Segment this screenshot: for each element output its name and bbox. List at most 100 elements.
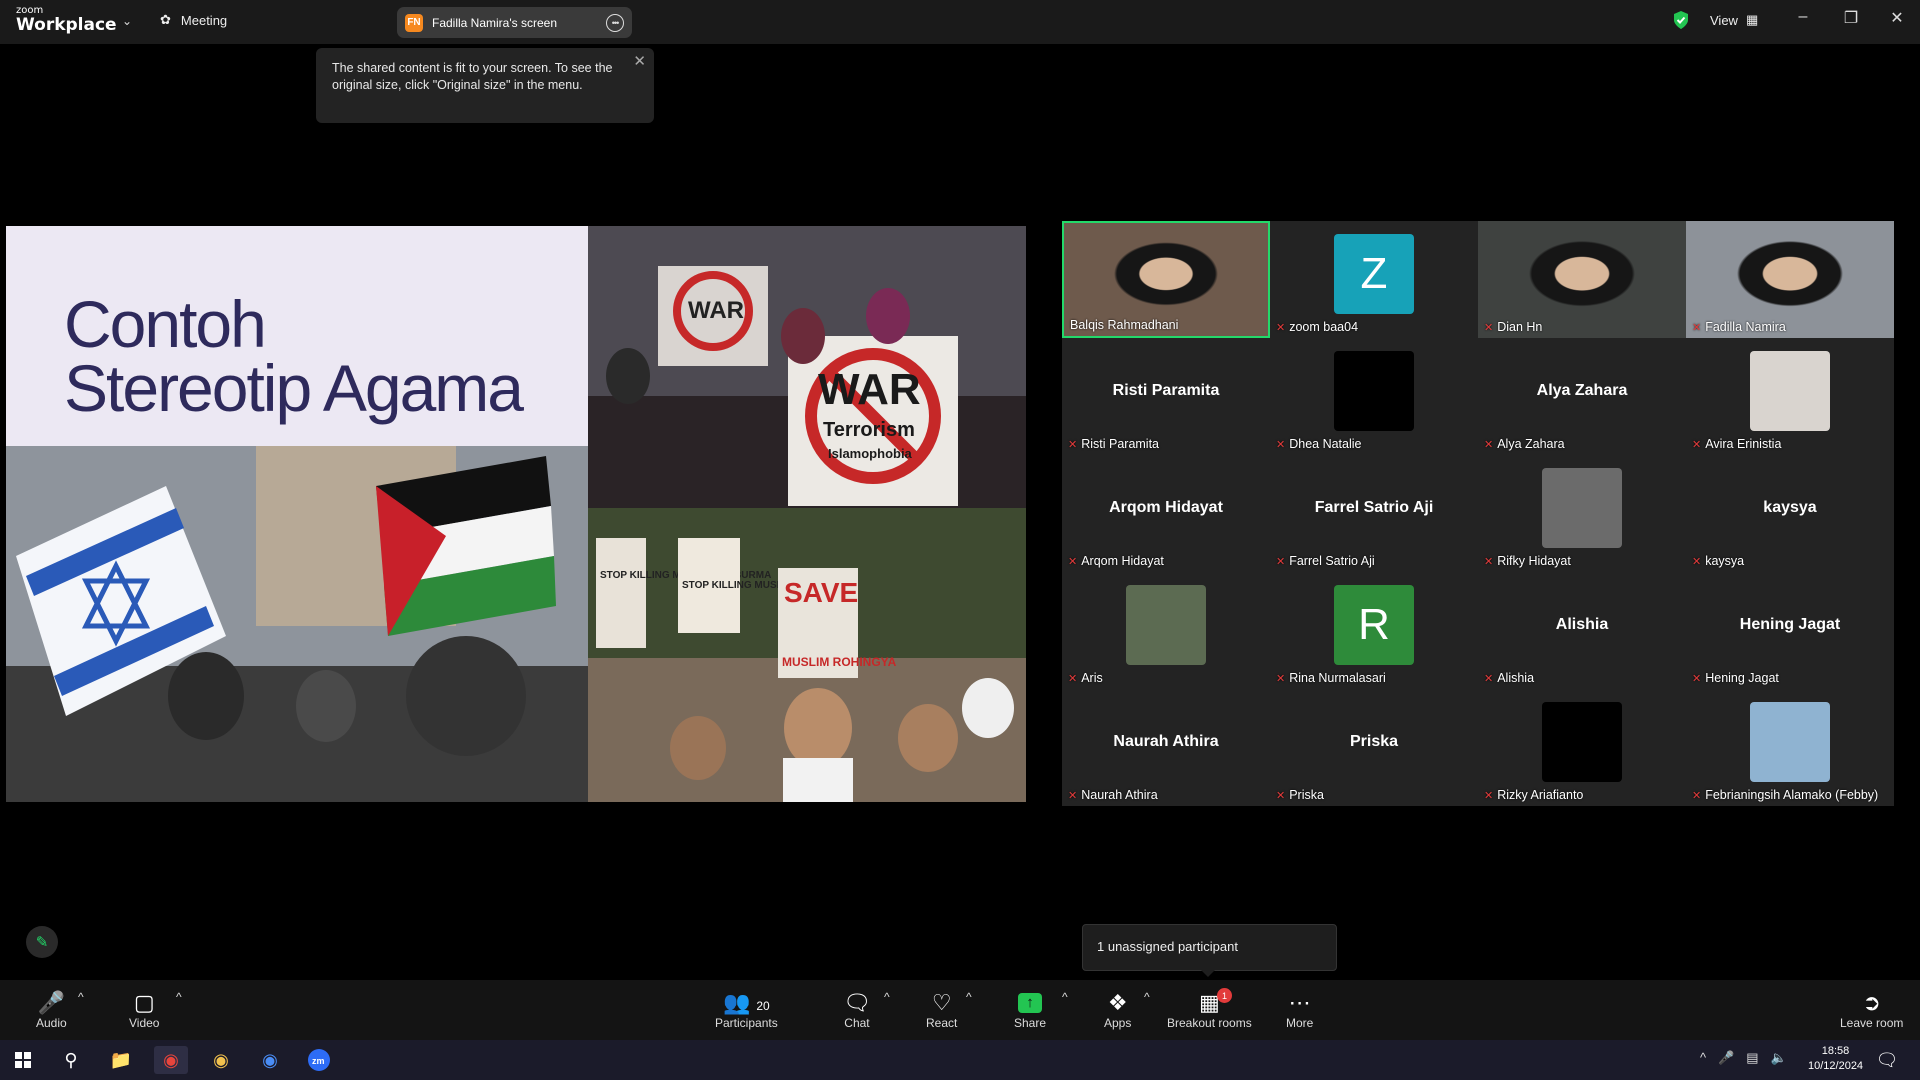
zoom-logo: zoom Workplace: [16, 6, 117, 34]
participant-name-label: ✕ kaysya: [1692, 554, 1744, 568]
participant-tile[interactable]: Priska ✕ Priska: [1270, 689, 1478, 806]
close-icon[interactable]: ✕: [633, 53, 646, 70]
taskbar-clock[interactable]: 18:58 10/12/2024: [1808, 1044, 1863, 1074]
file-explorer-icon[interactable]: 📁: [104, 1046, 138, 1074]
participants-button[interactable]: 👥 20 Participants: [715, 990, 778, 1030]
microphone-icon[interactable]: 🎤: [1718, 1050, 1734, 1066]
participant-display-name: Alya Zahara: [1536, 381, 1628, 399]
apps-button[interactable]: ❖ Apps: [1104, 990, 1131, 1030]
chrome-icon[interactable]: ◉: [154, 1046, 188, 1074]
shield-icon[interactable]: [1672, 10, 1690, 35]
close-icon[interactable]: ✕: [1882, 8, 1912, 28]
chrome-profile-icon[interactable]: ◉: [204, 1046, 238, 1074]
participant-tile[interactable]: ✕ Rizky Ariafianto: [1478, 689, 1686, 806]
chrome-dev-icon[interactable]: ◉: [253, 1046, 287, 1074]
zoom-app-icon[interactable]: zm: [302, 1046, 336, 1074]
participant-tile[interactable]: Alya Zahara ✕ Alya Zahara: [1478, 338, 1686, 455]
more-button[interactable]: ⋯ More: [1286, 990, 1313, 1030]
participant-tile[interactable]: ✕ Dhea Natalie: [1270, 338, 1478, 455]
meeting-menu-button[interactable]: ✿ Meeting: [160, 12, 227, 28]
participant-display-name: Alishia: [1555, 615, 1609, 633]
chevron-up-icon[interactable]: ^: [1700, 1050, 1706, 1066]
video-caret-icon[interactable]: ^: [176, 990, 182, 1004]
leave-room-label: Leave room: [1840, 1016, 1904, 1030]
screen-share-label: Fadilla Namira's screen: [432, 15, 557, 30]
participant-tile[interactable]: Z ✕ zoom baa04: [1270, 221, 1478, 338]
react-caret-icon[interactable]: ^: [966, 990, 972, 1004]
flags-photo: [6, 446, 588, 802]
share-button[interactable]: ↑ Share: [1014, 990, 1046, 1030]
heart-icon: ♡: [931, 990, 952, 1015]
participant-avatar: [1750, 701, 1830, 782]
leave-room-button[interactable]: ➲ Leave room: [1840, 990, 1903, 1030]
leave-icon: ➲: [1862, 990, 1881, 1015]
participant-tile[interactable]: kaysya ✕ kaysya: [1686, 455, 1894, 572]
windows-start-icon[interactable]: [6, 1046, 40, 1074]
mic-muted-icon: ✕: [1276, 438, 1286, 451]
participant-tile[interactable]: Risti Paramita ✕ Risti Paramita: [1062, 338, 1270, 455]
network-icon[interactable]: ▤: [1746, 1050, 1758, 1066]
participant-display-name: Naurah Athira: [1113, 732, 1219, 750]
participant-name-label: ✕ Aris: [1068, 671, 1103, 685]
grid-icon: ▦: [1745, 12, 1759, 27]
annotate-pencil-icon[interactable]: ✎: [26, 926, 58, 958]
react-button[interactable]: ♡ React: [926, 990, 957, 1030]
participant-tile[interactable]: ✕ Aris: [1062, 572, 1270, 689]
meeting-toolbar: 🎤 Audio ^ ▢ Video ^ 👥 20 Participants 🗨 C…: [0, 980, 1920, 1040]
breakout-rooms-icon: ▦ 1: [1199, 988, 1232, 1016]
participant-avatar: Z: [1334, 233, 1414, 314]
participant-tile[interactable]: ✕ Febrianingsih Alamako (Febby): [1686, 689, 1894, 806]
screen-share-pill[interactable]: FN Fadilla Namira's screen •••: [397, 7, 632, 38]
react-label: React: [926, 1016, 958, 1030]
participant-tile[interactable]: Alishia ✕ Alishia: [1478, 572, 1686, 689]
participant-name-label: ✕ Naurah Athira: [1068, 788, 1158, 802]
participant-name: Risti Paramita: [1081, 437, 1160, 451]
tooltip-text: The shared content is fit to your screen…: [332, 61, 613, 92]
chat-button[interactable]: 🗨 Chat: [843, 990, 871, 1030]
participant-tile[interactable]: R ✕ Rina Nurmalasari: [1270, 572, 1478, 689]
participant-name: Rizky Ariafianto: [1497, 788, 1584, 802]
participant-tile[interactable]: Arqom Hidayat ✕ Arqom Hidayat: [1062, 455, 1270, 572]
participant-tile[interactable]: Naurah Athira ✕ Naurah Athira: [1062, 689, 1270, 806]
participant-name: Priska: [1289, 788, 1324, 802]
unassigned-participant-popup[interactable]: 1 unassigned participant: [1082, 924, 1337, 977]
sign-muslim-rohingya: MUSLIM ROHINGYA: [782, 655, 897, 669]
participant-tile[interactable]: Farrel Satrio Aji ✕ Farrel Satrio Aji: [1270, 455, 1478, 572]
search-icon[interactable]: ⚲: [54, 1046, 88, 1074]
participant-tile[interactable]: ✕ Avira Erinistia: [1686, 338, 1894, 455]
more-options-icon[interactable]: •••: [606, 13, 624, 32]
participant-name: Dian Hn: [1497, 320, 1543, 334]
breakout-rooms-button[interactable]: ▦ 1 Breakout rooms: [1167, 988, 1252, 1030]
shared-screen: Contoh Stereotip Agama WAR WAR Terrorism …: [6, 226, 1026, 802]
clock-time: 18:58: [1821, 1045, 1850, 1057]
restore-icon[interactable]: ❐: [1836, 8, 1866, 28]
participant-tile[interactable]: ✕ Fadilla Namira: [1686, 221, 1894, 338]
participant-tile[interactable]: ✕ Dian Hn: [1478, 221, 1686, 338]
clock-date: 10/12/2024: [1808, 1060, 1864, 1072]
participant-name: Naurah Athira: [1081, 788, 1158, 802]
share-caret-icon[interactable]: ^: [1062, 990, 1068, 1004]
minimize-icon[interactable]: –: [1788, 8, 1818, 26]
audio-button[interactable]: 🎤 Audio: [36, 990, 67, 1030]
view-button[interactable]: View ▦: [1710, 12, 1758, 28]
sign-save: SAVE: [784, 577, 858, 608]
chevron-down-icon[interactable]: ⌄: [122, 14, 132, 28]
video-button[interactable]: ▢ Video: [129, 990, 159, 1030]
notifications-icon[interactable]: 🗨: [1870, 1046, 1904, 1074]
participant-name: Fadilla Namira: [1705, 320, 1786, 334]
volume-icon[interactable]: 🔈: [1771, 1050, 1787, 1066]
participant-avatar: [1334, 350, 1414, 431]
participant-tile[interactable]: Hening Jagat ✕ Hening Jagat: [1686, 572, 1894, 689]
mic-muted-icon: ✕: [1484, 789, 1494, 802]
audio-caret-icon[interactable]: ^: [78, 990, 84, 1004]
audio-label: Audio: [36, 1016, 67, 1030]
chat-label: Chat: [844, 1016, 870, 1030]
chat-caret-icon[interactable]: ^: [884, 990, 890, 1004]
participant-name: Balqis Rahmadhani: [1070, 318, 1179, 332]
logo-big-text: Workplace: [16, 15, 117, 35]
participant-tile[interactable]: Balqis Rahmadhani: [1062, 221, 1270, 338]
participant-tile[interactable]: ✕ Rifky Hidayat: [1478, 455, 1686, 572]
apps-caret-icon[interactable]: ^: [1144, 990, 1150, 1004]
participants-gallery: Balqis Rahmadhani Z ✕ zoom baa04 ✕ Dian Hn ✕ Fa…: [1062, 221, 1896, 807]
mic-muted-icon: ✕: [1692, 672, 1702, 685]
